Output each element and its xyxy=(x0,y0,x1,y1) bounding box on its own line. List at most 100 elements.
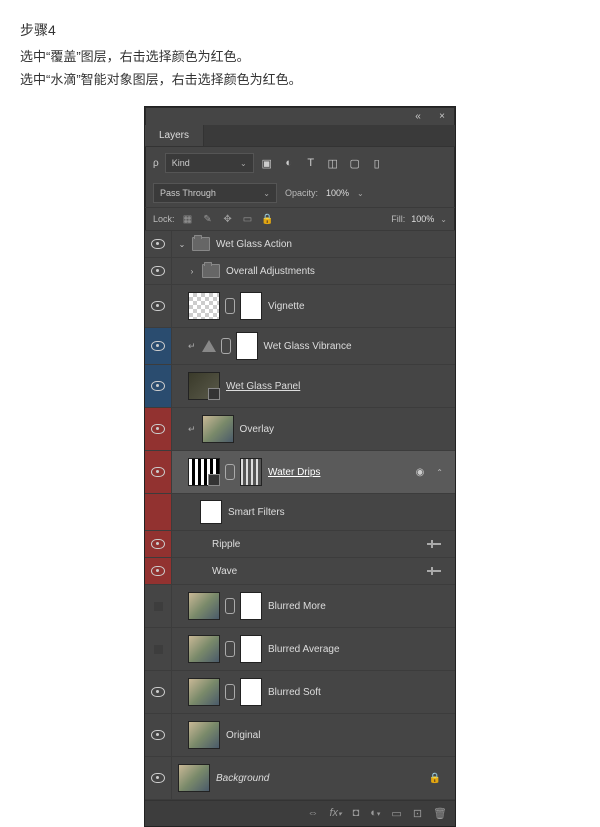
layer-mask[interactable] xyxy=(240,292,262,320)
layer-wet-glass-vibrance[interactable]: ↵ Wet Glass Vibrance xyxy=(145,328,455,365)
chevron-down-icon: ⌄ xyxy=(263,189,270,198)
chevron-down-icon[interactable]: ⌄ xyxy=(357,189,364,198)
visibility-icon[interactable] xyxy=(151,566,165,576)
visibility-icon[interactable] xyxy=(151,773,165,783)
layer-vignette[interactable]: Vignette xyxy=(145,285,455,328)
layer-name: Blurred More xyxy=(268,601,326,612)
filter-mask[interactable] xyxy=(200,500,222,524)
layer-name: Blurred Average xyxy=(268,644,340,655)
layer-background[interactable]: Background🔒 xyxy=(145,757,455,800)
lock-label: Lock: xyxy=(153,214,175,224)
link-icon xyxy=(225,684,235,700)
visibility-icon[interactable] xyxy=(151,381,165,391)
filter-ripple[interactable]: Ripple xyxy=(145,531,455,558)
folder-icon xyxy=(192,237,210,251)
layer-thumbnail xyxy=(188,635,220,663)
opacity-label: Opacity: xyxy=(285,188,318,198)
layer-water-drips[interactable]: Water Drips ◉ ⌃ xyxy=(145,451,455,494)
visibility-icon[interactable] xyxy=(151,301,165,311)
expand-caret-icon[interactable]: ⌃ xyxy=(436,468,443,477)
layer-mask[interactable] xyxy=(240,678,262,706)
layers-panel-footer: ⇔ fx▾ ◘ ◐▾ ▭ ⊡ 🗑 xyxy=(145,800,455,826)
visibility-off-icon[interactable] xyxy=(154,602,163,611)
delete-layer-icon[interactable]: 🗑 xyxy=(433,807,447,820)
layer-thumbnail xyxy=(188,721,220,749)
visibility-icon[interactable] xyxy=(151,341,165,351)
layer-mask[interactable] xyxy=(240,592,262,620)
filter-wave[interactable]: Wave xyxy=(145,558,455,585)
adjustment-vibrance-icon xyxy=(202,340,216,352)
visibility-icon[interactable] xyxy=(151,239,165,249)
adjustment-layer-icon[interactable]: ◐▾ xyxy=(370,807,380,820)
instruction-line-1: 选中“覆盖”图层，右击选择颜色为红色。 xyxy=(20,46,580,65)
lock-position-icon[interactable]: ✥ xyxy=(221,212,235,226)
layer-group-wet-glass-action[interactable]: ⌄ Wet Glass Action xyxy=(145,231,455,258)
new-group-icon[interactable]: ▭ xyxy=(391,807,401,820)
link-icon xyxy=(221,338,231,354)
smart-filters-header[interactable]: Smart Filters xyxy=(145,494,455,531)
layers-list: ⌄ Wet Glass Action ›Overall Adjustments V… xyxy=(145,231,455,800)
layer-name: Overlay xyxy=(240,424,274,435)
smart-filter-indicator-icon: ◉ xyxy=(416,467,425,478)
filter-name: Wave xyxy=(212,566,237,577)
blend-mode-row: Pass Through ⌄ Opacity: 100% ⌄ xyxy=(145,179,455,207)
new-layer-icon[interactable]: ⊡ xyxy=(413,807,422,820)
fx-icon[interactable]: fx▾ xyxy=(330,807,342,820)
blend-mode-value: Pass Through xyxy=(160,188,216,198)
layer-blurred-more[interactable]: Blurred More xyxy=(145,585,455,628)
tab-layers[interactable]: Layers xyxy=(145,125,204,146)
visibility-icon[interactable] xyxy=(151,467,165,477)
visibility-icon[interactable] xyxy=(151,687,165,697)
expand-caret-icon[interactable]: ⌄ xyxy=(178,240,186,249)
layer-group-overall-adjustments[interactable]: ›Overall Adjustments xyxy=(145,258,455,285)
filter-smartobject-icon[interactable]: ▢ xyxy=(348,156,362,170)
fill-value[interactable]: 100% xyxy=(411,214,434,224)
add-mask-icon[interactable]: ◘ xyxy=(353,807,360,820)
layer-wet-glass-panel[interactable]: Wet Glass Panel xyxy=(145,365,455,408)
filter-type-icon[interactable]: T xyxy=(304,156,318,170)
clip-icon: ↵ xyxy=(188,341,196,352)
layer-original[interactable]: Original xyxy=(145,714,455,757)
folder-icon xyxy=(202,264,220,278)
expand-caret-icon[interactable]: › xyxy=(188,267,196,276)
layer-name: Vignette xyxy=(268,301,305,312)
blending-options-icon[interactable] xyxy=(427,570,441,572)
blending-options-icon[interactable] xyxy=(427,543,441,545)
layer-mask[interactable] xyxy=(236,332,258,360)
filter-kind-dropdown[interactable]: Kind ⌄ xyxy=(165,153,254,173)
lock-image-icon[interactable]: ✎ xyxy=(201,212,215,226)
blend-mode-dropdown[interactable]: Pass Through ⌄ xyxy=(153,183,277,203)
layer-mask[interactable] xyxy=(240,458,262,486)
filter-artboard-icon[interactable]: ▯ xyxy=(370,156,384,170)
layer-name: Water Drips xyxy=(268,467,320,478)
lock-all-icon[interactable]: 🔒 xyxy=(261,212,275,226)
lock-artboard-icon[interactable]: ▭ xyxy=(241,212,255,226)
visibility-icon[interactable] xyxy=(151,539,165,549)
filter-pixel-icon[interactable]: ▣ xyxy=(260,156,274,170)
layer-name: Wet Glass Action xyxy=(216,239,292,250)
layer-thumbnail xyxy=(188,678,220,706)
layer-thumbnail xyxy=(178,764,210,792)
layers-panel: « × Layers ρ Kind ⌄ ▣ ◐ T ◫ ▢ ▯ Pass Thr… xyxy=(144,106,456,827)
panel-close-icon[interactable]: × xyxy=(435,109,449,123)
visibility-off-icon[interactable] xyxy=(154,645,163,654)
lock-transparency-icon[interactable]: ▦ xyxy=(181,212,195,226)
layer-thumbnail xyxy=(188,292,220,320)
filter-adjustment-icon[interactable]: ◐ xyxy=(282,156,296,170)
layer-blurred-average[interactable]: Blurred Average xyxy=(145,628,455,671)
layer-name: Wet Glass Vibrance xyxy=(264,341,352,352)
visibility-icon[interactable] xyxy=(151,266,165,276)
layer-thumbnail xyxy=(202,415,234,443)
chevron-down-icon[interactable]: ⌄ xyxy=(440,215,447,224)
panel-tabbar: Layers xyxy=(145,125,455,147)
layer-mask[interactable] xyxy=(240,635,262,663)
opacity-value[interactable]: 100% xyxy=(326,188,349,198)
visibility-icon[interactable] xyxy=(151,424,165,434)
layer-overlay[interactable]: ↵Overlay xyxy=(145,408,455,451)
layer-filter-row: ρ Kind ⌄ ▣ ◐ T ◫ ▢ ▯ xyxy=(145,147,455,179)
filter-shape-icon[interactable]: ◫ xyxy=(326,156,340,170)
layer-blurred-soft[interactable]: Blurred Soft xyxy=(145,671,455,714)
visibility-icon[interactable] xyxy=(151,730,165,740)
link-layers-icon[interactable]: ⇔ xyxy=(308,807,319,820)
panel-menu-icon[interactable]: « xyxy=(411,109,425,123)
